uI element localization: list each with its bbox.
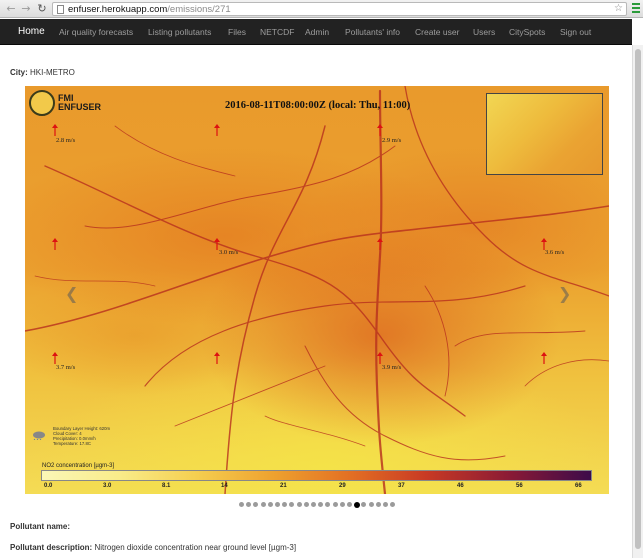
nav-users[interactable]: Users [473,19,495,45]
colorbar-title: NO2 concentration [µgm-3] [42,463,115,469]
carousel-dot[interactable] [354,501,361,508]
colorbar [41,470,592,481]
colorbar-tick: 29 [339,483,346,489]
pollutant-name-line: Pollutant name: [10,522,70,531]
carousel-dot[interactable] [339,502,345,507]
weather-info: Boundary Layer Height: 620m Cloud Cover:… [53,426,111,446]
cloud-icon [33,431,45,440]
colorbar-tick: 37 [398,483,405,489]
carousel-dot[interactable] [390,502,396,507]
pollutant-description-line: Pollutant description: Nitrogen dioxide … [10,543,296,552]
browser-menu-icon[interactable] [631,3,641,15]
colorbar-tick: 46 [457,483,464,489]
city-label: City: [10,68,28,77]
wind-arrow-icon [377,124,383,136]
city-line: City: HKI-METRO [10,68,75,77]
nav-pollutants-info[interactable]: Pollutants' info [345,19,400,45]
browser-toolbar: ← → ↻ enfuser.herokuapp.com/emissions/27… [0,0,643,18]
carousel-dot[interactable] [311,502,316,507]
wind-arrow-icon [377,352,383,364]
nav-create-user[interactable]: Create user [415,19,459,45]
carousel-dot[interactable] [375,502,381,507]
carousel-dot[interactable] [267,502,273,507]
wind-speed-label: 3.0 m/s [219,249,239,256]
forward-arrow-icon[interactable]: → [20,2,32,15]
nav-netcdf[interactable]: NETCDF [260,19,294,45]
reload-icon[interactable]: ↻ [36,2,48,15]
wind-arrow-icon [52,352,58,364]
carousel-dot[interactable] [347,502,352,507]
wind-arrow-icon [214,124,220,136]
page-scrollbar[interactable] [632,45,643,558]
colorbar-tick: 14 [221,483,228,489]
map-timestamp: 2016-08-11T08:00:00Z (local: Thu, 11:00) [225,100,411,111]
wind-arrow-icon [541,352,547,364]
wind-speed-label: 3.6 m/s [545,249,565,256]
bookmark-star-icon[interactable]: ☆ [614,3,623,15]
carousel-dot[interactable] [275,502,280,507]
wind-arrow-icon [214,352,220,364]
wind-arrow-icon [377,238,383,250]
carousel-prev-chevron-icon[interactable]: ❮ [65,284,78,303]
carousel-dot[interactable] [383,502,388,507]
back-arrow-icon[interactable]: ← [5,2,17,15]
scrollbar-thumb[interactable] [635,49,641,549]
page-icon [57,5,64,14]
pollutant-description-value: Nitrogen dioxide concentration near grou… [94,543,297,552]
inset-map [486,93,603,175]
colorbar-tick: 66 [575,483,582,489]
top-navbar: Home Air quality forecasts Listing pollu… [0,19,632,45]
wind-speed-label: 2.9 m/s [382,137,402,144]
pollutant-description-label: Pollutant description: [10,543,93,552]
nav-listing-pollutants[interactable]: Listing pollutants [148,19,211,45]
carousel-dot[interactable] [296,502,302,507]
carousel-dot[interactable] [368,502,374,507]
logo-text-enfuser: ENFUSER [58,102,102,112]
carousel-next-chevron-icon[interactable]: ❯ [558,284,571,303]
carousel-dot[interactable] [303,502,309,507]
wind-speed-label: 2.8 m/s [56,137,76,144]
carousel-dot[interactable] [260,502,266,507]
colorbar-tick: 21 [280,483,287,489]
address-bar[interactable]: enfuser.herokuapp.com/emissions/271 ☆ [52,2,627,16]
fmi-logo-icon [29,90,55,116]
carousel-dot[interactable] [282,502,288,507]
carousel-dot[interactable] [361,502,367,507]
nav-admin[interactable]: Admin [305,19,329,45]
colorbar-tick: 56 [516,483,523,489]
nav-cityspots[interactable]: CitySpots [509,19,545,45]
carousel-dot[interactable] [239,502,244,507]
carousel-dot[interactable] [332,502,338,507]
carousel-dot[interactable] [325,502,331,507]
city-value: HKI-METRO [30,68,75,77]
pollutant-name-label: Pollutant name: [10,522,71,531]
carousel-dot[interactable] [246,502,252,507]
nav-files[interactable]: Files [228,19,246,45]
colorbar-tick: 8.1 [162,483,171,489]
concentration-map-image: FMI ENFUSER 2016-08-11T08:00:00Z (local:… [25,86,609,494]
wind-arrow-icon [52,238,58,250]
wind-speed-label: 3.7 m/s [56,364,76,371]
url-text: enfuser.herokuapp.com/emissions/271 [68,4,231,15]
carousel-dot[interactable] [289,502,295,507]
nav-air-quality-forecasts[interactable]: Air quality forecasts [59,19,133,45]
colorbar-tick: 0.0 [44,483,53,489]
nav-home[interactable]: Home [18,19,45,45]
carousel-dot[interactable] [253,502,259,507]
wind-arrow-icon [52,124,58,136]
wind-speed-label: 3.9 m/s [382,364,402,371]
carousel-indicators [239,501,399,510]
carousel-dot[interactable] [318,502,324,507]
colorbar-tick: 3.0 [103,483,112,489]
nav-sign-out[interactable]: Sign out [560,19,591,45]
